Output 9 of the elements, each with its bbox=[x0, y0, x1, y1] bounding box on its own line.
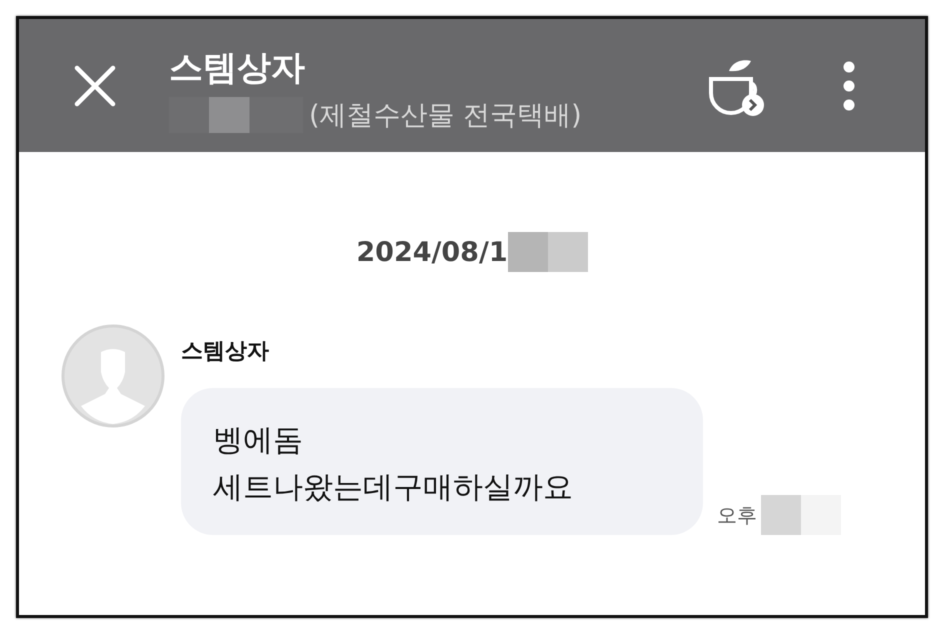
chat-subtitle: (제철수산물 전국택배) bbox=[309, 98, 582, 132]
avatar-icon bbox=[61, 324, 165, 428]
sender-name: 스템상자 bbox=[181, 338, 270, 366]
message-time: 오후 bbox=[717, 502, 757, 528]
close-button[interactable] bbox=[73, 64, 117, 108]
date-divider: 2024/08/1 bbox=[356, 236, 508, 268]
chat-title: 스템상자 bbox=[169, 46, 306, 90]
message-bubble: 벵에돔 세트나왔는데구매하실까요 bbox=[181, 388, 703, 535]
more-menu-icon[interactable] bbox=[843, 60, 855, 110]
